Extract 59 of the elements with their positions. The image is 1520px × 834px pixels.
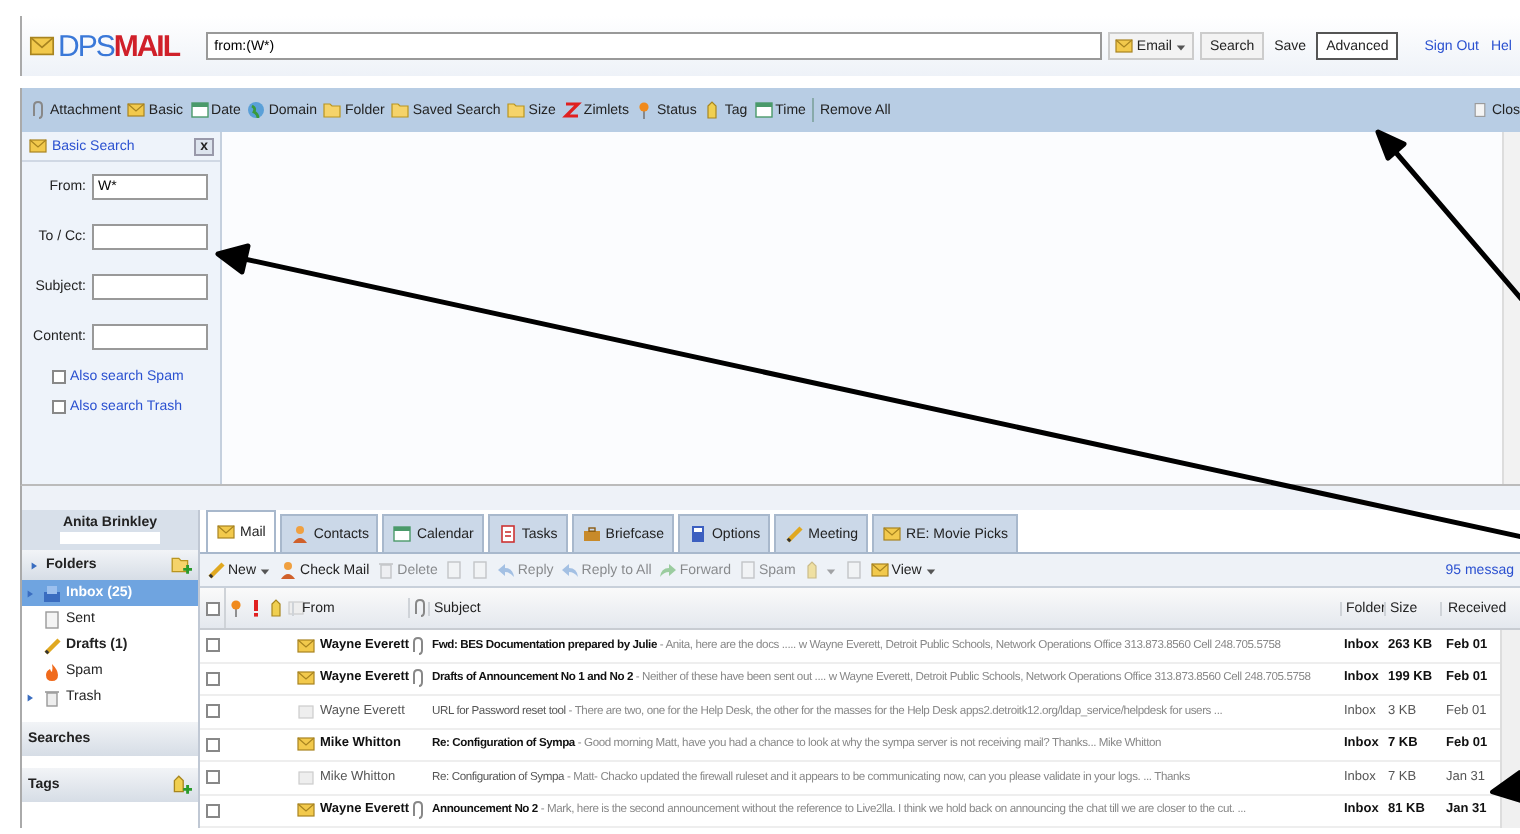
add-folder-icon [170,554,192,576]
pencil-icon [42,635,62,655]
checkbox[interactable] [205,704,219,719]
paperclip-icon [408,800,428,821]
scrollbar[interactable] [1502,132,1520,484]
briefcase-icon [581,524,602,544]
page-icon [42,609,62,629]
folder-icon [322,100,343,120]
expand-icon [28,559,40,571]
checkbox[interactable] [205,803,219,818]
flame-icon [42,661,62,681]
trash-icon [375,560,396,580]
inbox-icon [42,583,62,603]
page-icon [737,560,757,580]
logo-text: DPSMAIL [58,29,180,63]
pencil-icon [784,524,805,544]
quota-bar [60,532,160,544]
folder-icon [390,100,411,120]
select-all-checkbox[interactable] [205,601,219,615]
page-icon [843,560,864,580]
input-field[interactable] [92,274,208,300]
zigzag-icon [561,100,582,120]
paperclip-icon [28,100,48,120]
trash-icon [42,687,62,707]
input-field[interactable] [92,324,208,350]
checkbox[interactable] [52,400,66,414]
page-icon [469,560,490,580]
book-icon [687,524,708,544]
add-tag-icon [170,774,192,796]
annotation-arrow [1490,770,1520,804]
clipboard-icon [497,524,518,544]
checkbox[interactable] [52,370,66,384]
calendar-icon [392,524,413,544]
calendar-icon [753,100,774,120]
page-icon [443,560,464,580]
pencil-icon [206,560,226,580]
paperclip-icon [409,598,429,618]
page-icon [1471,102,1488,118]
forward-icon [657,560,678,580]
reply-icon [559,560,580,580]
checkbox[interactable] [205,737,219,752]
tag-icon [266,598,286,618]
checkbox[interactable] [205,671,219,686]
globe-icon [246,100,267,120]
person-icon [278,560,299,580]
tag-icon [801,560,822,580]
checkbox[interactable] [205,638,219,653]
tag-icon [702,100,723,120]
person-icon [289,524,310,544]
calendar-icon [189,100,210,120]
input-field[interactable] [92,224,208,250]
folder-icon [506,100,527,120]
reply-icon [495,560,516,580]
paperclip-icon [408,668,428,689]
pin-icon [226,598,246,618]
expand-icon [24,587,36,599]
expand-icon [24,691,36,703]
checkbox[interactable] [205,770,219,785]
paperclip-icon [408,635,428,656]
